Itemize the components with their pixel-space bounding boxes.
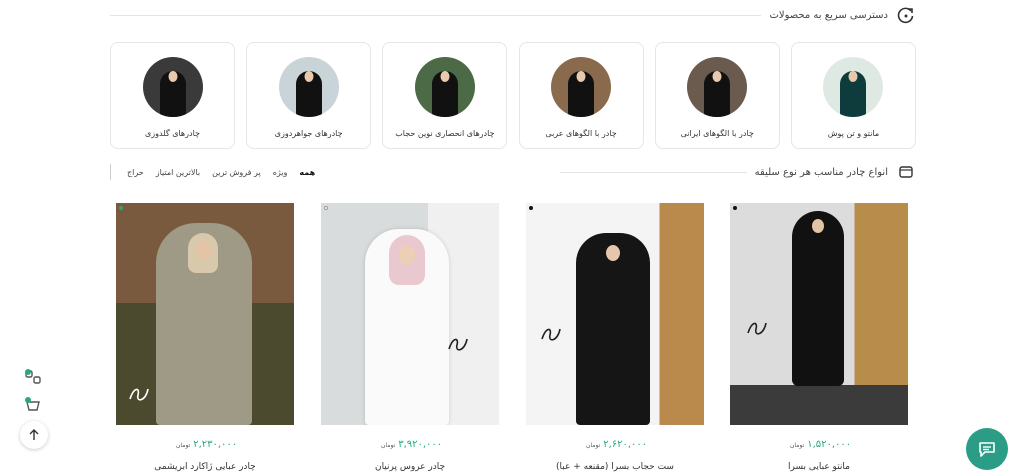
price-value: ۱,۵۲۰,۰۰۰ <box>807 439 852 450</box>
product-price: تومان ۱,۵۲۰,۰۰۰ <box>730 439 908 450</box>
brand-logo-icon <box>448 338 468 351</box>
tab-best-selling[interactable]: پر فروش ترین <box>212 168 261 177</box>
chat-icon <box>979 442 995 457</box>
category-card[interactable]: چادر با الگوهای ایرانی <box>654 42 780 149</box>
category-list: مانتو و تن پوش چادر با الگوهای ایرانی چا… <box>110 42 916 149</box>
category-label: چادرهای جواهردوزی <box>274 129 343 138</box>
brand-logo-icon <box>747 322 767 335</box>
gallery-dot <box>324 206 328 210</box>
product-image[interactable] <box>321 203 499 425</box>
category-card[interactable]: چادرهای گلدوزی <box>110 42 235 149</box>
product-name[interactable]: چادر عبایی ژاکارد ابریشمی <box>116 462 294 472</box>
price-value: ۳,۹۲۰,۰۰۰ <box>398 439 443 450</box>
category-label: مانتو و تن پوش <box>827 129 880 138</box>
quick-access-header: دسترسی سریع به محصولات <box>110 5 916 25</box>
product-price: تومان ۲,۶۲۰,۰۰۰ <box>526 439 704 450</box>
category-image <box>823 57 884 117</box>
scroll-top-button[interactable] <box>20 421 48 449</box>
refresh-arrow-icon <box>896 5 916 25</box>
cart-icon[interactable] <box>20 392 46 418</box>
products-section-title: انواع چادر مناسب هر نوع سلیقه <box>754 166 888 178</box>
currency-label: تومان <box>586 442 601 449</box>
product-image[interactable] <box>730 203 908 425</box>
quick-access-title: دسترسی سریع به محصولات <box>769 9 888 21</box>
category-card[interactable]: مانتو و تن پوش <box>790 42 916 149</box>
compare-icon[interactable] <box>20 364 46 390</box>
category-image <box>278 57 339 117</box>
brand-logo-icon <box>129 388 149 401</box>
product-name[interactable]: چادر عروس پرنیان <box>321 462 499 472</box>
category-card[interactable]: چادرهای جواهردوزی <box>246 42 372 149</box>
category-card[interactable]: چادرهای انحصاری نوین حجاب <box>382 42 508 149</box>
category-card[interactable]: چادر با الگوهای عربی <box>518 42 644 149</box>
product-card[interactable]: تومان ۲,۲۳۰,۰۰۰ چادر عبایی ژاکارد ابریشم… <box>116 203 294 472</box>
window-icon <box>896 162 916 182</box>
gallery-dot <box>119 206 123 210</box>
tab-top-rated[interactable]: بالاترین امتیاز <box>156 168 200 177</box>
tab-special[interactable]: ویژه <box>273 168 288 177</box>
category-label: چادر با الگوهای ایرانی <box>680 129 754 138</box>
chat-button[interactable] <box>966 428 1008 470</box>
category-image <box>551 57 612 117</box>
product-price: تومان ۲,۲۳۰,۰۰۰ <box>116 439 294 450</box>
divider <box>560 171 747 173</box>
product-filter-tabs: همه ویژه پر فروش ترین بالاترین امتیاز حر… <box>110 164 315 180</box>
tab-sale[interactable]: حراج <box>127 168 144 177</box>
price-value: ۲,۶۲۰,۰۰۰ <box>603 439 648 450</box>
brand-logo-icon <box>541 328 561 341</box>
category-label: چادر با الگوهای عربی <box>545 129 617 138</box>
product-card[interactable]: تومان ۳,۹۲۰,۰۰۰ چادر عروس پرنیان <box>321 203 499 472</box>
category-label: چادرهای انحصاری نوین حجاب <box>395 129 495 138</box>
product-price: تومان ۳,۹۲۰,۰۰۰ <box>321 439 499 450</box>
currency-label: تومان <box>790 442 805 449</box>
product-card[interactable]: تومان ۱,۵۲۰,۰۰۰ مانتو عبایی بسرا <box>730 203 908 472</box>
category-image <box>687 57 748 117</box>
product-name[interactable]: مانتو عبایی بسرا <box>730 462 908 472</box>
product-card[interactable]: تومان ۲,۶۲۰,۰۰۰ ست حجاب بسرا (مقنعه + عب… <box>526 203 704 472</box>
currency-label: تومان <box>381 442 396 449</box>
price-value: ۲,۲۳۰,۰۰۰ <box>193 439 238 450</box>
category-image <box>414 57 475 117</box>
currency-label: تومان <box>176 442 191 449</box>
gallery-dot <box>733 206 737 210</box>
product-image[interactable] <box>526 203 704 425</box>
category-image <box>142 57 203 117</box>
category-label: چادرهای گلدوزی <box>145 129 200 138</box>
arrow-up-icon <box>29 429 39 440</box>
tab-all[interactable]: همه <box>299 168 315 177</box>
product-name[interactable]: ست حجاب بسرا (مقنعه + عبا) <box>526 462 704 472</box>
divider <box>110 14 762 16</box>
products-section-header: انواع چادر مناسب هر نوع سلیقه <box>560 162 916 182</box>
product-image[interactable] <box>116 203 294 425</box>
gallery-dot <box>529 206 533 210</box>
